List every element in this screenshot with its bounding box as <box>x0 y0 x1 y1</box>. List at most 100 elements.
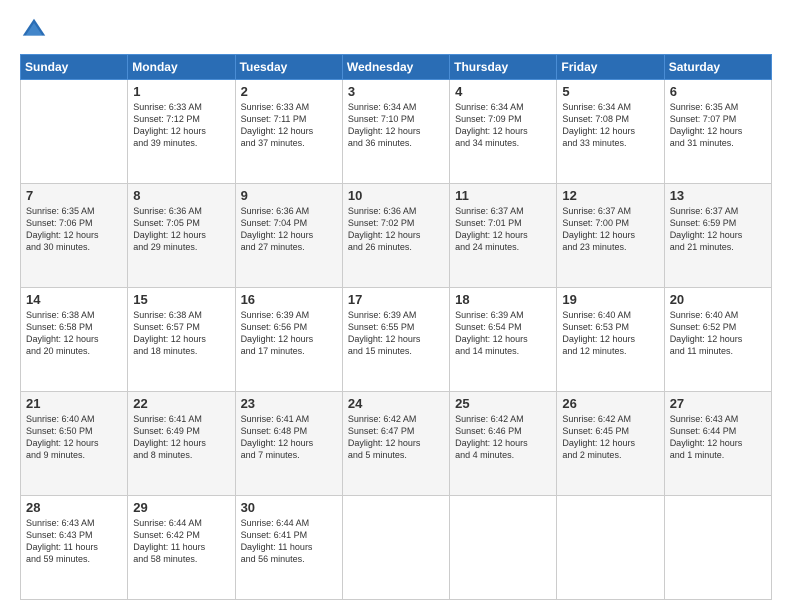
cell-line: Sunset: 6:46 PM <box>455 425 551 437</box>
week-row-2: 7Sunrise: 6:35 AMSunset: 7:06 PMDaylight… <box>21 184 772 288</box>
header <box>20 16 772 44</box>
calendar-cell: 15Sunrise: 6:38 AMSunset: 6:57 PMDayligh… <box>128 288 235 392</box>
cell-line: and 15 minutes. <box>348 345 444 357</box>
cell-line: Sunset: 6:49 PM <box>133 425 229 437</box>
cell-line: Sunset: 6:45 PM <box>562 425 658 437</box>
cell-line: Sunset: 6:54 PM <box>455 321 551 333</box>
cell-line: and 56 minutes. <box>241 553 337 565</box>
week-row-5: 28 Sunrise: 6:43 AMSunset: 6:43 PM Dayligh… <box>21 496 772 600</box>
cell-line: and 9 minutes. <box>26 449 122 461</box>
cell-line: Sunrise: 6:36 AM <box>241 205 337 217</box>
calendar-cell: 26Sunrise: 6:42 AMSunset: 6:45 PMDayligh… <box>557 392 664 496</box>
cell-line: and 2 minutes. <box>562 449 658 461</box>
day-number: 21 <box>26 396 122 411</box>
cell-line: and 34 minutes. <box>455 137 551 149</box>
day-number: 20 <box>670 292 766 307</box>
cell-line: and 21 minutes. <box>670 241 766 253</box>
cell-line: Sunset: 6:56 PM <box>241 321 337 333</box>
cell-line: and 4 minutes. <box>455 449 551 461</box>
week-row-3: 14Sunrise: 6:38 AMSunset: 6:58 PMDayligh… <box>21 288 772 392</box>
calendar-cell: 24Sunrise: 6:42 AMSunset: 6:47 PMDayligh… <box>342 392 449 496</box>
calendar-cell: 29Sunrise: 6:44 AMSunset: 6:42 PMDayligh… <box>128 496 235 600</box>
day-number: 5 <box>562 84 658 99</box>
weekday-header-wednesday: Wednesday <box>342 55 449 80</box>
day-number: 12 <box>562 188 658 203</box>
calendar-cell: 9Sunrise: 6:36 AMSunset: 7:04 PMDaylight… <box>235 184 342 288</box>
cell-line: Daylight: 12 hours <box>455 437 551 449</box>
cell-line: Daylight: 12 hours <box>241 437 337 449</box>
day-number: 1 <box>133 84 229 99</box>
cell-line: Sunset: 7:07 PM <box>670 113 766 125</box>
logo <box>20 16 52 44</box>
cell-line: Sunset: 6:50 PM <box>26 425 122 437</box>
cell-line: Sunset: 7:09 PM <box>455 113 551 125</box>
calendar-cell: 23Sunrise: 6:41 AMSunset: 6:48 PMDayligh… <box>235 392 342 496</box>
day-number: 6 <box>670 84 766 99</box>
weekday-header-thursday: Thursday <box>450 55 557 80</box>
day-number: 11 <box>455 188 551 203</box>
cell-line: Sunset: 7:06 PM <box>26 217 122 229</box>
cell-line: Sunrise: 6:36 AM <box>348 205 444 217</box>
cell-line: Sunset: 7:00 PM <box>562 217 658 229</box>
calendar-cell: 30Sunrise: 6:44 AMSunset: 6:41 PMDayligh… <box>235 496 342 600</box>
calendar-cell: 12Sunrise: 6:37 AMSunset: 7:00 PMDayligh… <box>557 184 664 288</box>
day-number: 10 <box>348 188 444 203</box>
cell-line: Sunrise: 6:43 AM <box>670 413 766 425</box>
week-row-4: 21Sunrise: 6:40 AMSunset: 6:50 PMDayligh… <box>21 392 772 496</box>
cell-line: and 58 minutes. <box>133 553 229 565</box>
cell-line: Daylight: 12 hours <box>670 333 766 345</box>
cell-line: and 29 minutes. <box>133 241 229 253</box>
cell-line: Sunrise: 6:39 AM <box>455 309 551 321</box>
calendar-cell: 3Sunrise: 6:34 AMSunset: 7:10 PMDaylight… <box>342 80 449 184</box>
cell-line: Sunrise: 6:33 AM <box>133 101 229 113</box>
cell-line: Daylight: 12 hours <box>455 125 551 137</box>
calendar-cell <box>450 496 557 600</box>
cell-line: Sunrise: 6:43 AM <box>26 517 122 529</box>
cell-line: Sunset: 6:43 PM <box>26 529 122 541</box>
calendar-cell: 19Sunrise: 6:40 AMSunset: 6:53 PMDayligh… <box>557 288 664 392</box>
cell-line: and 27 minutes. <box>241 241 337 253</box>
calendar-cell: 4Sunrise: 6:34 AMSunset: 7:09 PMDaylight… <box>450 80 557 184</box>
calendar-cell <box>557 496 664 600</box>
cell-line: Sunrise: 6:40 AM <box>26 413 122 425</box>
cell-line: Sunset: 6:53 PM <box>562 321 658 333</box>
cell-line: and 11 minutes. <box>670 345 766 357</box>
cell-line: and 20 minutes. <box>26 345 122 357</box>
cell-line: Daylight: 12 hours <box>26 437 122 449</box>
weekday-header-saturday: Saturday <box>664 55 771 80</box>
cell-line: Sunset: 6:48 PM <box>241 425 337 437</box>
cell-line: Sunrise: 6:40 AM <box>562 309 658 321</box>
cell-line: Sunset: 6:57 PM <box>133 321 229 333</box>
day-number: 16 <box>241 292 337 307</box>
cell-line: and 8 minutes. <box>133 449 229 461</box>
cell-line: Sunrise: 6:39 AM <box>348 309 444 321</box>
cell-line: and 17 minutes. <box>241 345 337 357</box>
calendar-cell: 22Sunrise: 6:41 AMSunset: 6:49 PMDayligh… <box>128 392 235 496</box>
cell-line: Daylight: 12 hours <box>133 229 229 241</box>
calendar-cell: 10Sunrise: 6:36 AMSunset: 7:02 PMDayligh… <box>342 184 449 288</box>
cell-line: Sunrise: 6:34 AM <box>562 101 658 113</box>
calendar: SundayMondayTuesdayWednesdayThursdayFrid… <box>20 54 772 600</box>
cell-line: Sunset: 7:10 PM <box>348 113 444 125</box>
calendar-cell: 20Sunrise: 6:40 AMSunset: 6:52 PMDayligh… <box>664 288 771 392</box>
cell-line: Sunrise: 6:36 AM <box>133 205 229 217</box>
cell-line: Sunset: 6:59 PM <box>670 217 766 229</box>
weekday-header-sunday: Sunday <box>21 55 128 80</box>
cell-line: Daylight: 11 hours <box>241 541 337 553</box>
calendar-cell: 13Sunrise: 6:37 AMSunset: 6:59 PMDayligh… <box>664 184 771 288</box>
calendar-cell <box>664 496 771 600</box>
weekday-header-monday: Monday <box>128 55 235 80</box>
cell-line: Daylight: 12 hours <box>348 125 444 137</box>
cell-line: Sunset: 6:41 PM <box>241 529 337 541</box>
day-number: 23 <box>241 396 337 411</box>
cell-line: and 36 minutes. <box>348 137 444 149</box>
day-number: 28 <box>26 500 122 515</box>
day-number: 3 <box>348 84 444 99</box>
cell-line: Sunrise: 6:35 AM <box>670 101 766 113</box>
weekday-header-friday: Friday <box>557 55 664 80</box>
cell-line: Sunrise: 6:37 AM <box>455 205 551 217</box>
cell-line: Sunrise: 6:41 AM <box>133 413 229 425</box>
cell-line: and 18 minutes. <box>133 345 229 357</box>
cell-line: Sunset: 7:05 PM <box>133 217 229 229</box>
day-number: 27 <box>670 396 766 411</box>
